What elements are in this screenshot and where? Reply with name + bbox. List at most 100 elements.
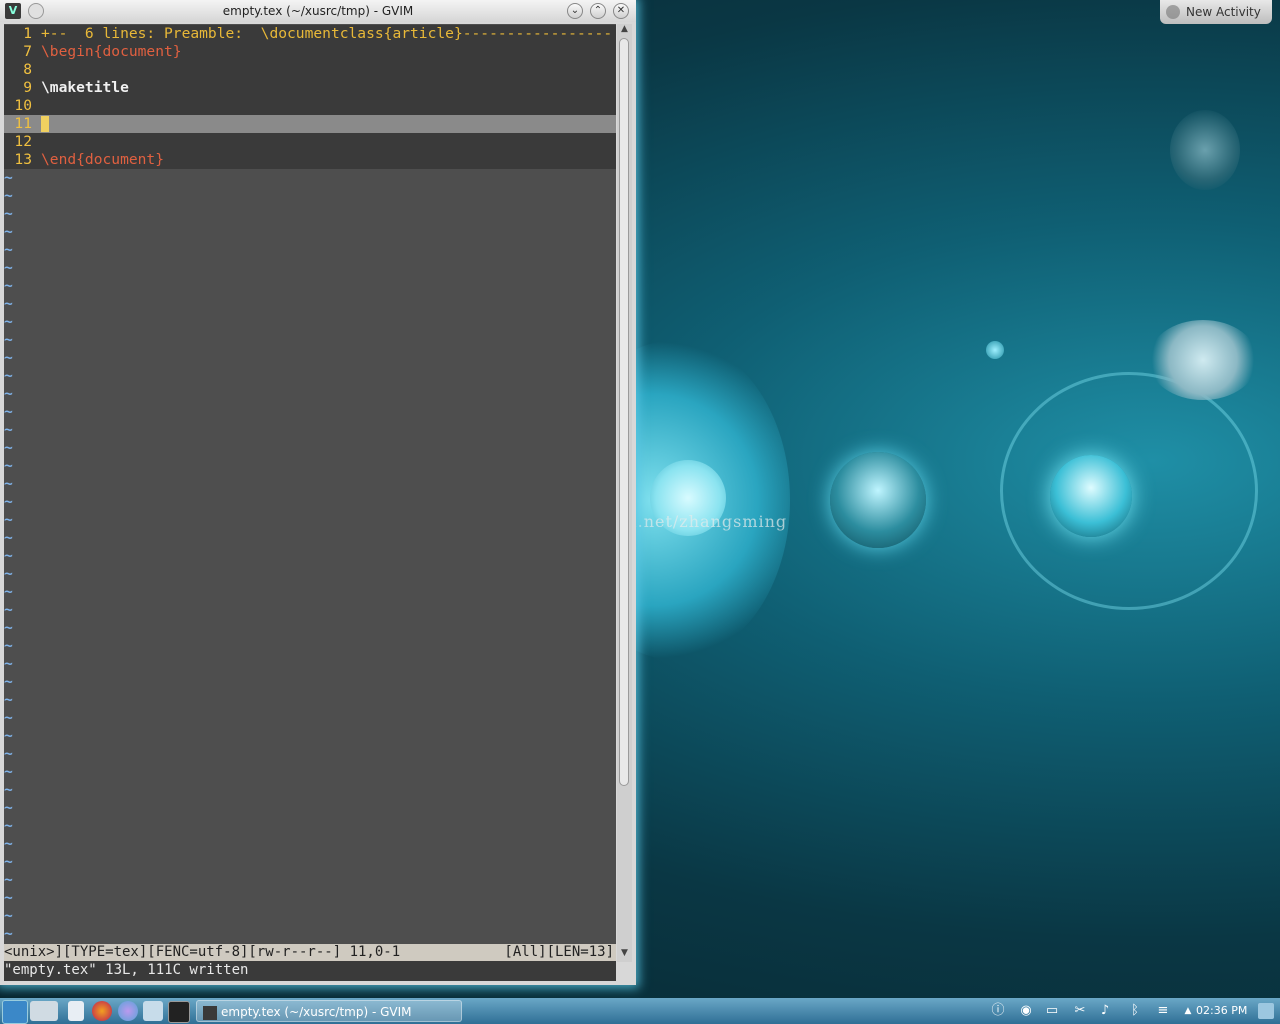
activity-icon — [1166, 5, 1180, 19]
browser-icon[interactable] — [118, 1001, 138, 1021]
mail-icon[interactable] — [143, 1001, 163, 1021]
scrollbar-thumb[interactable] — [619, 38, 629, 786]
empty-line-tilde: ~ — [4, 925, 13, 942]
empty-line-tilde: ~ — [4, 745, 13, 762]
empty-line-tilde: ~ — [4, 781, 13, 798]
removable-device-icon[interactable]: ▭ — [1044, 1003, 1060, 1019]
empty-line-tilde: ~ — [4, 511, 13, 528]
empty-line-tilde: ~ — [4, 277, 13, 294]
maximize-button[interactable]: ⌃ — [590, 3, 606, 19]
empty-line-tilde: ~ — [4, 619, 13, 636]
empty-line-tilde: ~ — [4, 295, 13, 312]
statusline-left: <unix>][TYPE=tex][FENC=utf-8][rw-r--r--]… — [4, 944, 401, 960]
scissors-icon[interactable]: ✂ — [1072, 1003, 1088, 1019]
empty-line-tilde: ~ — [4, 637, 13, 654]
editor-line[interactable]: 9 \maketitle — [4, 79, 616, 97]
line-number: 10 — [14, 97, 32, 114]
tray-expand-icon[interactable]: ▲ — [1180, 1003, 1196, 1019]
empty-line-tilde: ~ — [4, 817, 13, 834]
taskbar: empty.tex (~/xusrc/tmp) - GVIM ⓘ ◉ ▭ ✂ ♪… — [0, 998, 1280, 1024]
editor-line[interactable]: 12 — [4, 133, 616, 151]
editor-text-area[interactable]: 1 +-- 6 lines: Preamble: \documentclass{a… — [4, 24, 616, 945]
empty-line-tilde: ~ — [4, 331, 13, 348]
vim-statusline: <unix>][TYPE=tex][FENC=utf-8][rw-r--r--]… — [4, 944, 616, 961]
line-number: 7 — [23, 43, 32, 60]
wifi-icon[interactable]: ≡ — [1155, 1003, 1171, 1019]
editor-line[interactable]: 7 \begin{document} — [4, 43, 616, 61]
empty-line-tilde: ~ — [4, 853, 13, 870]
vim-icon — [203, 1005, 217, 1020]
empty-line-tilde: ~ — [4, 583, 13, 600]
info-icon[interactable]: ⓘ — [990, 1003, 1006, 1019]
new-activity-button[interactable]: New Activity — [1160, 0, 1272, 24]
vertical-scrollbar[interactable]: ▲ ▼ — [617, 24, 632, 962]
wallpaper-bubble — [830, 452, 926, 548]
empty-line-tilde: ~ — [4, 763, 13, 780]
empty-line-tilde: ~ — [4, 565, 13, 582]
editor-line[interactable]: 11 — [4, 115, 616, 133]
editor-line[interactable]: 10 — [4, 97, 616, 115]
minimize-button[interactable]: ⌄ — [567, 3, 583, 19]
empty-line-tilde: ~ — [4, 475, 13, 492]
empty-line-tilde: ~ — [4, 349, 13, 366]
empty-line-tilde: ~ — [4, 205, 13, 222]
wallpaper-bubble — [1170, 110, 1240, 190]
task-label: empty.tex (~/xusrc/tmp) - GVIM — [221, 1005, 412, 1019]
line-text: +-- 6 lines: Preamble: \documentclass{ar… — [41, 25, 613, 42]
empty-line-tilde: ~ — [4, 673, 13, 690]
empty-line-tilde: ~ — [4, 889, 13, 906]
empty-line-tilde: ~ — [4, 367, 13, 384]
line-text: \begin{document} — [41, 43, 182, 60]
empty-line-tilde: ~ — [4, 457, 13, 474]
wallpaper-bubble — [986, 341, 1004, 359]
empty-line-tilde: ~ — [4, 907, 13, 924]
empty-line-tilde: ~ — [4, 403, 13, 420]
editor-line[interactable]: 8 — [4, 61, 616, 79]
network-manager-icon[interactable]: ◉ — [1018, 1003, 1034, 1019]
line-number: 1 — [23, 25, 32, 42]
line-text: \end{document} — [41, 151, 165, 168]
empty-line-tilde: ~ — [4, 313, 13, 330]
empty-line-tilde: ~ — [4, 241, 13, 258]
bluetooth-icon[interactable]: ᛒ — [1127, 1003, 1143, 1019]
text-cursor — [41, 116, 49, 132]
editor-line[interactable]: 13 \end{document} — [4, 151, 616, 169]
vim-command-line[interactable]: "empty.tex" 13L, 111C written — [4, 961, 616, 981]
empty-line-tilde: ~ — [4, 691, 13, 708]
empty-line-tilde: ~ — [4, 439, 13, 456]
close-button[interactable]: ✕ — [613, 3, 629, 19]
empty-line-tilde: ~ — [4, 727, 13, 744]
firefox-icon[interactable] — [92, 1001, 112, 1021]
empty-line-tilde: ~ — [4, 799, 13, 816]
window-title: empty.tex (~/xusrc/tmp) - GVIM — [222, 4, 414, 18]
scroll-up-arrow-icon[interactable]: ▲ — [619, 24, 630, 36]
empty-line-tilde: ~ — [4, 835, 13, 852]
line-number: 13 — [14, 151, 32, 168]
editor-line[interactable]: 1 +-- 6 lines: Preamble: \documentclass{a… — [4, 25, 616, 43]
file-manager-icon[interactable] — [68, 1001, 84, 1021]
line-number: 12 — [14, 133, 32, 150]
empty-line-tilde: ~ — [4, 529, 13, 546]
empty-line-tilde: ~ — [4, 547, 13, 564]
kde-menu-icon[interactable] — [2, 1000, 28, 1024]
terminal-icon[interactable] — [168, 1001, 190, 1023]
line-number: 8 — [23, 61, 32, 78]
empty-line-tilde: ~ — [4, 421, 13, 438]
statusline-right: [All][LEN=13] — [504, 944, 614, 960]
empty-line-tilde: ~ — [4, 385, 13, 402]
empty-line-tilde: ~ — [4, 493, 13, 510]
gvim-window: V empty.tex (~/xusrc/tmp) - GVIM ⌄ ⌃ ✕ 1… — [0, 0, 636, 985]
show-desktop-icon[interactable] — [1258, 1003, 1274, 1019]
scroll-down-arrow-icon[interactable]: ▼ — [619, 948, 630, 960]
empty-line-tilde: ~ — [4, 871, 13, 888]
taskbar-gvim-task[interactable]: empty.tex (~/xusrc/tmp) - GVIM — [196, 1000, 462, 1022]
empty-line-tilde: ~ — [4, 601, 13, 618]
clock[interactable]: 02:36 PM — [1196, 1004, 1247, 1017]
volume-icon[interactable]: ♪ — [1097, 1003, 1113, 1019]
empty-line-tilde: ~ — [4, 169, 13, 186]
desktop-pager-icon[interactable] — [30, 1001, 58, 1021]
line-number: 9 — [23, 79, 32, 96]
empty-line-tilde: ~ — [4, 223, 13, 240]
window-titlebar[interactable]: V empty.tex (~/xusrc/tmp) - GVIM ⌄ ⌃ ✕ — [0, 0, 636, 22]
empty-line-tilde: ~ — [4, 187, 13, 204]
